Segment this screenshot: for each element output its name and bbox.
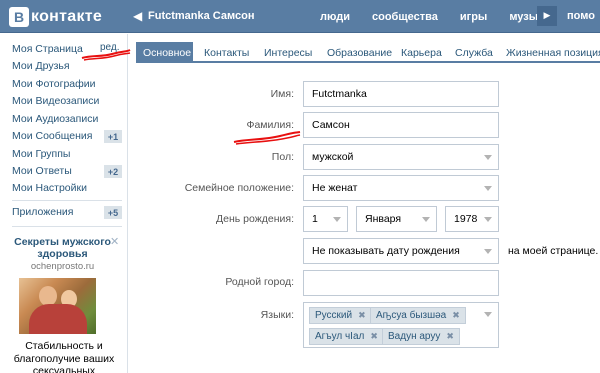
ad-image-shirt — [29, 304, 87, 334]
ad-title[interactable]: Секреты мужского здоровья — [10, 236, 115, 260]
nav-help[interactable]: помо — [567, 10, 595, 22]
tab-interests[interactable]: Интересы — [257, 42, 319, 63]
sidebar-divider — [12, 200, 122, 201]
logo-text: контакте — [31, 8, 103, 25]
answers-badge[interactable]: +2 — [104, 165, 122, 178]
language-chip[interactable]: Агъул чIал ✖ — [309, 328, 384, 345]
birth-day-value: 1 — [312, 213, 318, 225]
ad-image-person — [39, 286, 57, 306]
chevron-down-icon — [484, 217, 492, 222]
tab-career[interactable]: Карьера — [394, 42, 449, 63]
chevron-down-icon — [484, 186, 492, 191]
hometown-label: Родной город: — [225, 276, 294, 288]
vk-logo[interactable]: В контакте — [9, 7, 102, 27]
messages-badge[interactable]: +1 — [104, 130, 122, 143]
language-chip-label: Русский — [315, 310, 353, 321]
sidebar-item-photos[interactable]: Мои Фотографии — [12, 76, 96, 92]
chevron-down-icon — [484, 249, 492, 254]
sidebar-item-videos[interactable]: Мои Видеозаписи — [12, 93, 99, 109]
first-name-field[interactable]: Futctmanka — [303, 81, 499, 107]
chevron-down-icon — [484, 155, 492, 160]
birth-day-select[interactable]: 1 — [303, 206, 348, 232]
close-icon[interactable]: ✖ — [446, 331, 454, 342]
sidebar-item-audio[interactable]: Мои Аудиозаписи — [12, 111, 98, 127]
language-chip[interactable]: Русский ✖ — [309, 307, 372, 324]
close-icon[interactable]: ✖ — [358, 310, 366, 321]
tab-basic[interactable]: Основное — [136, 42, 193, 63]
header-user-name[interactable]: Futctmanka Самсон — [148, 10, 254, 22]
sidebar-item-messages[interactable]: Мои Сообщения — [12, 128, 92, 144]
marital-status-label: Семейное положение: — [184, 182, 294, 194]
chevron-down-icon — [484, 312, 492, 317]
close-icon[interactable]: ✖ — [452, 310, 460, 321]
languages-multiselect[interactable]: Русский ✖ Аҧсуа бызшәа ✖ Агъул чIал ✖ Вадун… — [303, 302, 499, 348]
birthday-visibility-note: на моей странице. — [508, 245, 599, 257]
back-arrow-icon[interactable]: ◀ — [133, 9, 142, 23]
gender-label: Пол: — [271, 151, 294, 163]
sidebar-item-settings[interactable]: Мои Настройки — [12, 180, 87, 196]
languages-label: Языки: — [260, 309, 294, 321]
sidebar-divider — [12, 226, 122, 227]
annotation-scribble — [233, 131, 301, 145]
sidebar-item-groups[interactable]: Мои Группы — [12, 146, 70, 162]
top-header: В контакте ◀ Futctmanka Самсон люди сооб… — [0, 0, 600, 33]
first-name-label: Имя: — [270, 88, 294, 100]
nav-games[interactable]: игры — [460, 11, 487, 23]
gender-value: мужской — [312, 151, 354, 163]
logo-letter: В — [9, 7, 29, 27]
tab-education[interactable]: Образование — [320, 42, 399, 63]
language-chip-label: Вадун аруу — [388, 331, 441, 342]
tab-life-position[interactable]: Жизненная позиция — [499, 42, 600, 63]
play-icon[interactable]: ▶ — [537, 6, 557, 26]
sidebar-item-answers[interactable]: Мои Ответы — [12, 163, 72, 179]
chevron-down-icon — [422, 217, 430, 222]
sidebar-item-my-page[interactable]: Моя Страница — [12, 41, 83, 57]
profile-edit-tabs: Основное Контакты Интересы Образование К… — [136, 42, 600, 63]
close-icon[interactable]: ✖ — [370, 331, 378, 342]
language-chip[interactable]: Аҧсуа бызшәа ✖ — [370, 307, 466, 324]
birth-year-value: 1978 — [454, 213, 478, 225]
language-chip-label: Агъул чIал — [315, 331, 365, 342]
tab-service[interactable]: Служба — [448, 42, 500, 63]
gender-select[interactable]: мужской — [303, 144, 499, 170]
chevron-down-icon — [333, 217, 341, 222]
birth-month-value: Января — [365, 213, 402, 225]
apps-badge[interactable]: +5 — [104, 206, 122, 219]
nav-communities[interactable]: сообщества — [372, 11, 438, 23]
marital-status-select[interactable]: Не женат — [303, 175, 499, 201]
annotation-scribble — [81, 49, 131, 61]
nav-people[interactable]: люди — [320, 11, 350, 23]
marital-status-value: Не женат — [312, 182, 358, 194]
birthday-visibility-select[interactable]: Не показывать дату рождения — [303, 238, 499, 264]
language-chip[interactable]: Вадун аруу ✖ — [382, 328, 460, 345]
ad-domain: ochenprosto.ru — [30, 261, 95, 272]
birthday-visibility-value: Не показывать дату рождения — [312, 245, 460, 257]
sidebar-item-friends[interactable]: Мои Друзья — [12, 58, 70, 74]
ad-image[interactable] — [19, 278, 96, 334]
birthday-label: День рождения: — [216, 213, 294, 225]
tab-contacts[interactable]: Контакты — [197, 42, 256, 63]
close-icon[interactable]: ✕ — [110, 235, 119, 248]
top-nav: люди сообщества игры музыка — [320, 0, 572, 33]
hometown-field[interactable] — [303, 270, 499, 296]
last-name-field[interactable]: Самсон — [303, 112, 499, 138]
birth-year-select[interactable]: 1978 — [445, 206, 499, 232]
birth-month-select[interactable]: Января — [356, 206, 437, 232]
language-chip-label: Аҧсуа бызшәа — [376, 310, 447, 321]
sidebar-item-apps[interactable]: Приложения — [12, 204, 73, 220]
ad-description[interactable]: Стабильность и благополучие ваших сексуа… — [8, 340, 120, 373]
